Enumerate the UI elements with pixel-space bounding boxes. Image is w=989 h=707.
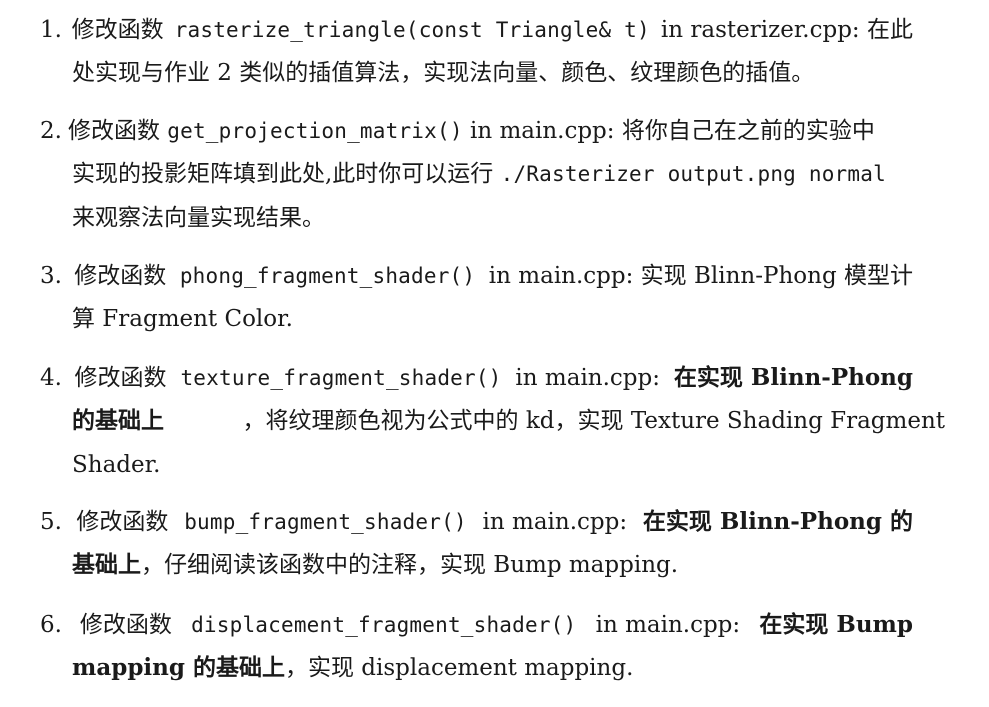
bold-text: mapping 的基础上 xyxy=(72,654,285,681)
bold-text: 基础上 xyxy=(72,551,141,578)
code-text: displacement_fragment_shader() xyxy=(191,613,577,637)
list-item-line: 2. 修改函数 get_projection_matrix() in main.c… xyxy=(40,117,875,145)
bold-text: 在实现 Blinn-Phong xyxy=(673,364,913,391)
list-item-line: 5. 修改函数 bump_fragment_shader() in main.cp… xyxy=(40,508,913,536)
bold-text: 在实现 Bump xyxy=(759,611,913,638)
body-text: in main.cpp: 将你自己在之前的实验中 xyxy=(462,118,875,144)
list-item-line: 算 Fragment Color. xyxy=(72,305,293,333)
list-item-line: 的基础上 ，将纹理颜色视为公式中的 kd，实现 Texture Shading F… xyxy=(72,407,945,435)
list-item-line: 3. 修改函数 phong_fragment_shader() in main.c… xyxy=(40,262,913,290)
list-item-line: 6. 修改函数 displacement_fragment_shader() in… xyxy=(40,611,913,639)
code-text: ./Rasterizer output.png normal xyxy=(500,162,886,186)
body-text: 修改函数 xyxy=(74,263,174,289)
body-text: in main.cpp: xyxy=(588,612,748,638)
list-number: 4. xyxy=(40,365,62,391)
code-text: get_projection_matrix() xyxy=(167,119,463,143)
body-text: in main.cpp: 实现 Blinn-Phong 模型计 xyxy=(481,263,913,289)
list-item-line: 来观察法向量实现结果。 xyxy=(72,204,325,232)
body-text: 修改函数 xyxy=(79,612,180,638)
list-item-line: mapping 的基础上，实现 displacement mapping. xyxy=(72,654,633,682)
list-number: 3. xyxy=(40,263,62,289)
code-text: texture_fragment_shader() xyxy=(180,366,502,390)
body-text: ，实现 displacement mapping. xyxy=(284,655,634,681)
list-item-line: 4. 修改函数 texture_fragment_shader() in main… xyxy=(40,364,913,392)
body-text: in rasterizer.cpp: 在此 xyxy=(653,17,913,43)
list-item-line: 基础上，仔细阅读该函数中的注释，实现 Bump mapping. xyxy=(72,551,678,579)
body-text: ，仔细阅读该函数中的注释，实现 Bump mapping. xyxy=(141,552,679,578)
body-text: 修改函数 xyxy=(67,118,168,144)
body-text: 算 Fragment Color. xyxy=(72,306,293,332)
body-text: 修改函数 xyxy=(76,509,176,535)
bold-text: 在实现 Blinn-Phong 的 xyxy=(642,508,913,535)
body-text: in main.cpp: xyxy=(475,509,635,535)
code-text: rasterize_triangle(const Triangle& t) xyxy=(174,18,650,42)
body-text: ，将纹理颜色视为公式中的 kd，实现 Texture Shading Fragm… xyxy=(242,408,945,434)
body-text: Shader. xyxy=(72,452,161,478)
list-number: 2. xyxy=(40,118,62,144)
code-text: bump_fragment_shader() xyxy=(184,510,467,534)
body-text: 来观察法向量实现结果。 xyxy=(72,205,325,231)
body-text: in main.cpp: xyxy=(508,365,668,391)
list-item-line: 处实现与作业 2 类似的插值算法，实现法向量、颜色、纹理颜色的插值。 xyxy=(72,59,814,87)
body-text: 处实现与作业 2 类似的插值算法，实现法向量、颜色、纹理颜色的插值。 xyxy=(72,60,815,86)
list-item-line: Shader. xyxy=(72,451,160,479)
body-text: 实现的投影矩阵填到此处,此时你可以运行 xyxy=(72,161,501,187)
document-page: 1. 修改函数 rasterize_triangle(const Triangle… xyxy=(0,0,989,707)
code-text: phong_fragment_shader() xyxy=(179,264,476,288)
body-text: 修改函数 xyxy=(74,365,174,391)
bold-text: 的基础上 xyxy=(72,407,164,434)
list-number: 5. xyxy=(40,509,62,535)
list-number: 1. xyxy=(40,17,62,43)
list-item-line: 实现的投影矩阵填到此处,此时你可以运行 ./Rasterizer output.… xyxy=(72,160,886,188)
body-text: 修改函数 xyxy=(71,17,171,43)
list-item-line: 1. 修改函数 rasterize_triangle(const Triangle… xyxy=(40,16,913,44)
list-number: 6. xyxy=(40,612,62,638)
